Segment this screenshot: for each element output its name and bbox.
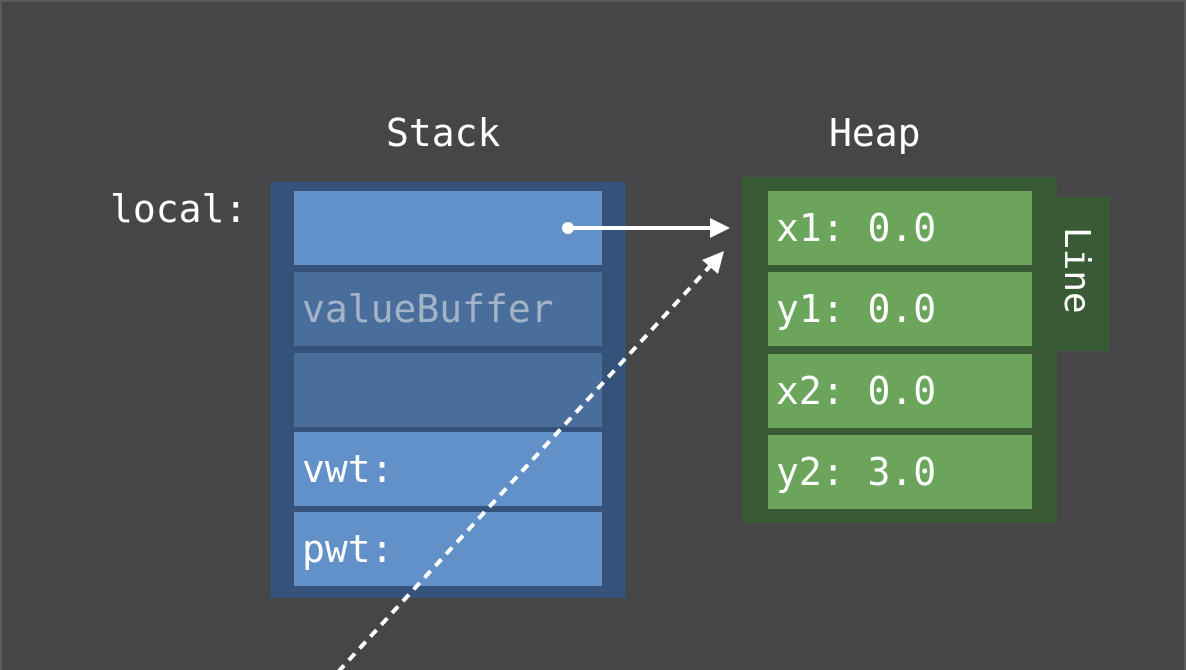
heap-field-y2: y2: 3.0 [768,435,1032,509]
heap-field-y1: y1: 0.0 [768,272,1032,346]
diagram-canvas: Stack Heap local: valueBuffer vwt: pwt: … [0,0,1186,670]
pointer-arrow-head [710,218,730,238]
stack-cell-value-buffer-2 [294,353,602,427]
stack-cell-value-buffer: valueBuffer [294,272,602,346]
heap-field-x2: x2: 0.0 [768,354,1032,428]
stack-title: Stack [386,111,501,155]
stack-cell-pwt: pwt: [294,512,602,586]
stack-cell-vwt: vwt: [294,432,602,506]
heap-object-type-label: Line [1056,227,1097,314]
dashed-arrow-head [702,251,724,274]
stack-cell-pointer [294,191,602,265]
heap-field-x1: x1: 0.0 [768,191,1032,265]
local-variable-label: local: [110,187,248,231]
heap-title: Heap [829,111,921,155]
